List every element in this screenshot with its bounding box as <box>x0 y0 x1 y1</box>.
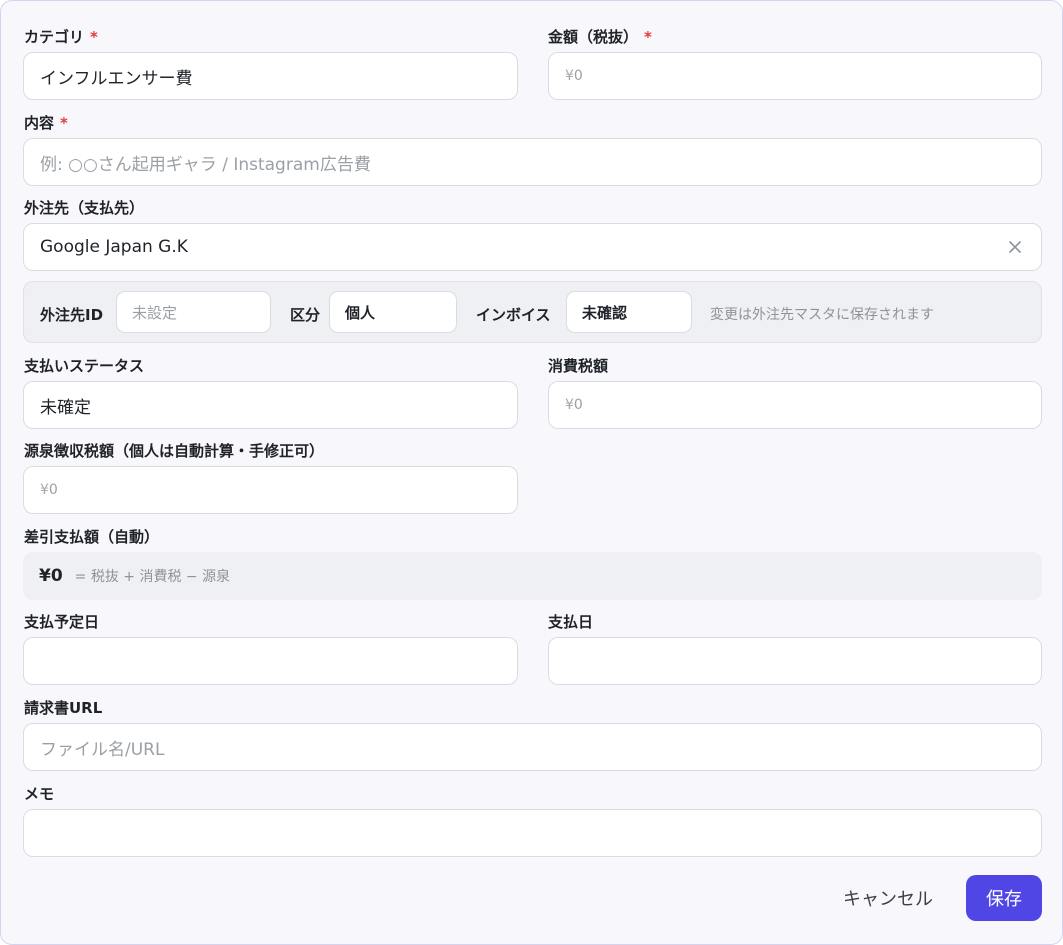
net-payment-label: 差引支払額（自動） <box>24 528 160 546</box>
invoice-select[interactable]: 未確認 <box>566 291 692 333</box>
close-icon[interactable] <box>1005 237 1025 257</box>
save-button[interactable]: 保存 <box>966 875 1042 921</box>
invoice-url-input[interactable]: ファイル名/URL <box>23 723 1042 771</box>
vendor-id-label: 外注先ID <box>40 306 104 324</box>
amount-label-text: 金額（税抜） <box>548 28 639 46</box>
amount-label: 金額（税抜） * <box>548 28 652 46</box>
category-label-text: カテゴリ <box>24 28 85 46</box>
currency-symbol: ¥ <box>40 482 49 498</box>
vendor-id-field[interactable]: 未設定 <box>116 291 271 333</box>
vendor-id-placeholder: 未設定 <box>132 303 178 322</box>
memo-label: メモ <box>24 785 55 803</box>
consumption-tax-input[interactable]: ¥0 <box>548 381 1042 429</box>
required-mark: * <box>644 28 652 46</box>
invoice-url-placeholder: ファイル名/URL <box>40 739 165 760</box>
expense-form-card: カテゴリ * インフルエンサー費 金額（税抜） * ¥0 内容 * 例: ○○さん起用… <box>0 0 1063 945</box>
category-select[interactable]: インフルエンサー費 <box>23 52 518 100</box>
invoice-url-label: 請求書URL <box>24 699 103 717</box>
invoice-value: 未確認 <box>582 303 628 322</box>
scheduled-date-input[interactable] <box>23 637 518 685</box>
net-payment-display: ¥0 = 税抜 + 消費税 − 源泉 <box>23 552 1042 600</box>
payment-status-select[interactable]: 未確定 <box>23 381 518 429</box>
category-label: カテゴリ * <box>24 28 98 46</box>
amount-input[interactable]: ¥0 <box>548 52 1042 100</box>
required-mark: * <box>60 114 68 132</box>
memo-input[interactable] <box>23 809 1042 857</box>
content-placeholder: 例: ○○さん起用ギャラ / Instagram広告費 <box>40 154 371 175</box>
content-input[interactable]: 例: ○○さん起用ギャラ / Instagram広告費 <box>23 138 1042 186</box>
payment-date-label: 支払日 <box>548 613 594 631</box>
currency-symbol: ¥ <box>565 68 574 84</box>
vendor-input[interactable]: Google Japan G.K <box>23 223 1042 271</box>
required-mark: * <box>90 28 98 46</box>
consumption-tax-label: 消費税額 <box>548 357 609 375</box>
consumption-tax-placeholder: 0 <box>573 397 583 413</box>
vendor-value: Google Japan G.K <box>40 237 188 257</box>
content-label-text: 内容 <box>24 114 55 132</box>
content-label: 内容 * <box>24 114 68 132</box>
invoice-label: インボイス <box>476 306 551 324</box>
class-label: 区分 <box>290 306 321 324</box>
withholding-placeholder: 0 <box>48 482 58 498</box>
category-value: インフルエンサー費 <box>40 68 193 89</box>
cancel-button[interactable]: キャンセル <box>829 875 947 921</box>
class-select[interactable]: 個人 <box>329 291 457 333</box>
payment-status-label: 支払いステータス <box>24 357 145 375</box>
payment-status-value: 未確定 <box>40 397 91 418</box>
withholding-input[interactable]: ¥0 <box>23 466 518 514</box>
withholding-label: 源泉徴収税額（個人は自動計算・手修正可） <box>24 442 325 460</box>
amount-placeholder: 0 <box>573 68 583 84</box>
vendor-label: 外注先（支払先） <box>24 199 145 217</box>
payment-date-input[interactable] <box>548 637 1042 685</box>
vendor-master-note: 変更は外注先マスタに保存されます <box>710 307 934 323</box>
net-payment-formula: = 税抜 + 消費税 − 源泉 <box>74 569 231 585</box>
class-value: 個人 <box>345 303 376 322</box>
vendor-details-panel: 外注先ID 未設定 区分 個人 インボイス 未確認 変更は外注先マスタに保存され… <box>23 281 1042 343</box>
net-payment-amount: ¥0 <box>39 566 63 586</box>
currency-symbol: ¥ <box>565 397 574 413</box>
scheduled-date-label: 支払予定日 <box>24 613 100 631</box>
